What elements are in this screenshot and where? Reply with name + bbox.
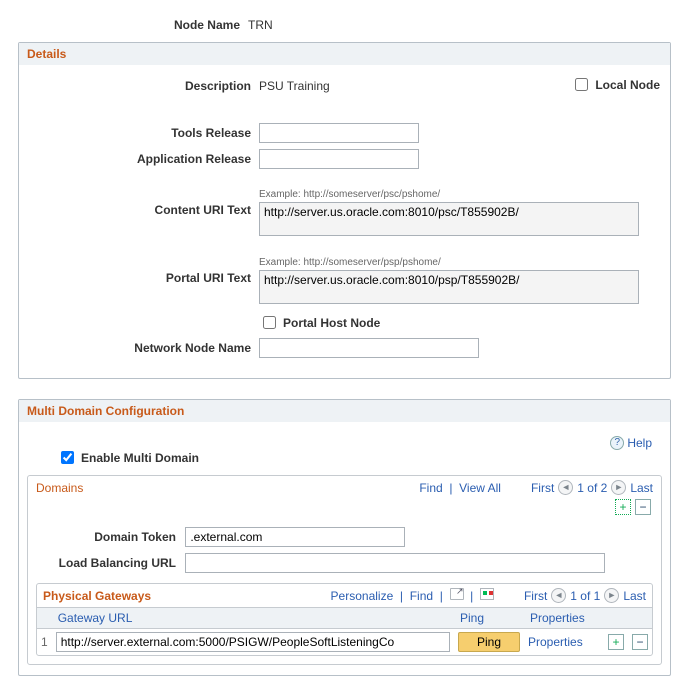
content-uri-label: Content URI Text — [29, 189, 259, 217]
gateways-position: 1 of 1 — [570, 589, 600, 603]
app-release-label: Application Release — [29, 152, 259, 166]
mdc-header: Multi Domain Configuration — [19, 400, 670, 422]
lb-url-label: Load Balancing URL — [52, 556, 182, 570]
local-node-checkbox[interactable] — [575, 78, 588, 91]
download-icon[interactable] — [480, 588, 494, 600]
gateways-title: Physical Gateways — [43, 589, 159, 603]
domains-first-link[interactable]: First — [531, 481, 554, 495]
node-name-value: TRN — [248, 18, 273, 32]
domains-title: Domains — [36, 481, 123, 495]
description-label: Description — [29, 79, 259, 93]
domains-grid: Domains Find | View All First ◄ 1 of 2 ►… — [27, 475, 662, 665]
gateways-prev-button[interactable]: ◄ — [551, 588, 566, 603]
gateways-first-link[interactable]: First — [524, 589, 547, 603]
domain-token-label: Domain Token — [52, 530, 182, 544]
gateway-remove-button[interactable]: − — [632, 634, 648, 650]
properties-link[interactable]: Properties — [528, 635, 583, 649]
portal-host-label: Portal Host Node — [283, 316, 380, 330]
gateway-add-button[interactable]: + — [608, 634, 624, 650]
domains-find-link[interactable]: Find — [419, 481, 442, 495]
portal-uri-input[interactable] — [259, 270, 639, 304]
domain-token-input[interactable] — [185, 527, 405, 547]
tools-release-label: Tools Release — [29, 126, 259, 140]
node-name-label: Node Name — [18, 18, 248, 32]
portal-uri-label: Portal URI Text — [29, 257, 259, 285]
app-release-input[interactable] — [259, 149, 419, 169]
enable-multi-domain-label: Enable Multi Domain — [81, 451, 199, 465]
network-node-label: Network Node Name — [29, 341, 259, 355]
gateways-grid: Physical Gateways Personalize | Find | | — [36, 583, 653, 656]
domains-prev-button[interactable]: ◄ — [558, 480, 573, 495]
gateways-find-link[interactable]: Find — [410, 589, 433, 603]
domains-remove-button[interactable]: − — [635, 499, 651, 515]
domains-add-button[interactable]: + — [615, 499, 631, 515]
domains-position: 1 of 2 — [577, 481, 607, 495]
details-header: Details — [19, 43, 670, 65]
local-node-label: Local Node — [595, 78, 660, 92]
tools-release-input[interactable] — [259, 123, 419, 143]
content-uri-example: Example: http://someserver/psc/pshome/ — [259, 189, 639, 200]
col-properties[interactable]: Properties — [524, 608, 604, 629]
ping-button[interactable]: Ping — [458, 632, 520, 652]
domains-last-link[interactable]: Last — [630, 481, 653, 495]
enable-multi-domain-checkbox[interactable] — [61, 451, 74, 464]
gateway-url-input[interactable] — [56, 632, 450, 652]
portal-host-checkbox[interactable] — [263, 316, 276, 329]
domains-next-button[interactable]: ► — [611, 480, 626, 495]
help-link[interactable]: Help — [627, 436, 652, 450]
content-uri-input[interactable] — [259, 202, 639, 236]
mdc-section: Multi Domain Configuration ? Help Enable… — [18, 399, 671, 676]
lb-url-input[interactable] — [185, 553, 605, 573]
portal-uri-example: Example: http://someserver/psp/pshome/ — [259, 257, 639, 268]
zoom-icon[interactable] — [450, 588, 464, 600]
details-section: Details Description PSU Training Local N… — [18, 42, 671, 379]
row-number: 1 — [37, 629, 52, 656]
gateways-next-button[interactable]: ► — [604, 588, 619, 603]
col-gateway-url[interactable]: Gateway URL — [52, 608, 454, 629]
col-ping[interactable]: Ping — [454, 608, 524, 629]
gateways-last-link[interactable]: Last — [623, 589, 646, 603]
description-value: PSU Training — [259, 79, 330, 93]
domains-viewall-link[interactable]: View All — [459, 481, 501, 495]
gateways-personalize-link[interactable]: Personalize — [331, 589, 394, 603]
gateway-row: 1 Ping Properties + − — [37, 629, 652, 656]
network-node-input — [259, 338, 479, 358]
